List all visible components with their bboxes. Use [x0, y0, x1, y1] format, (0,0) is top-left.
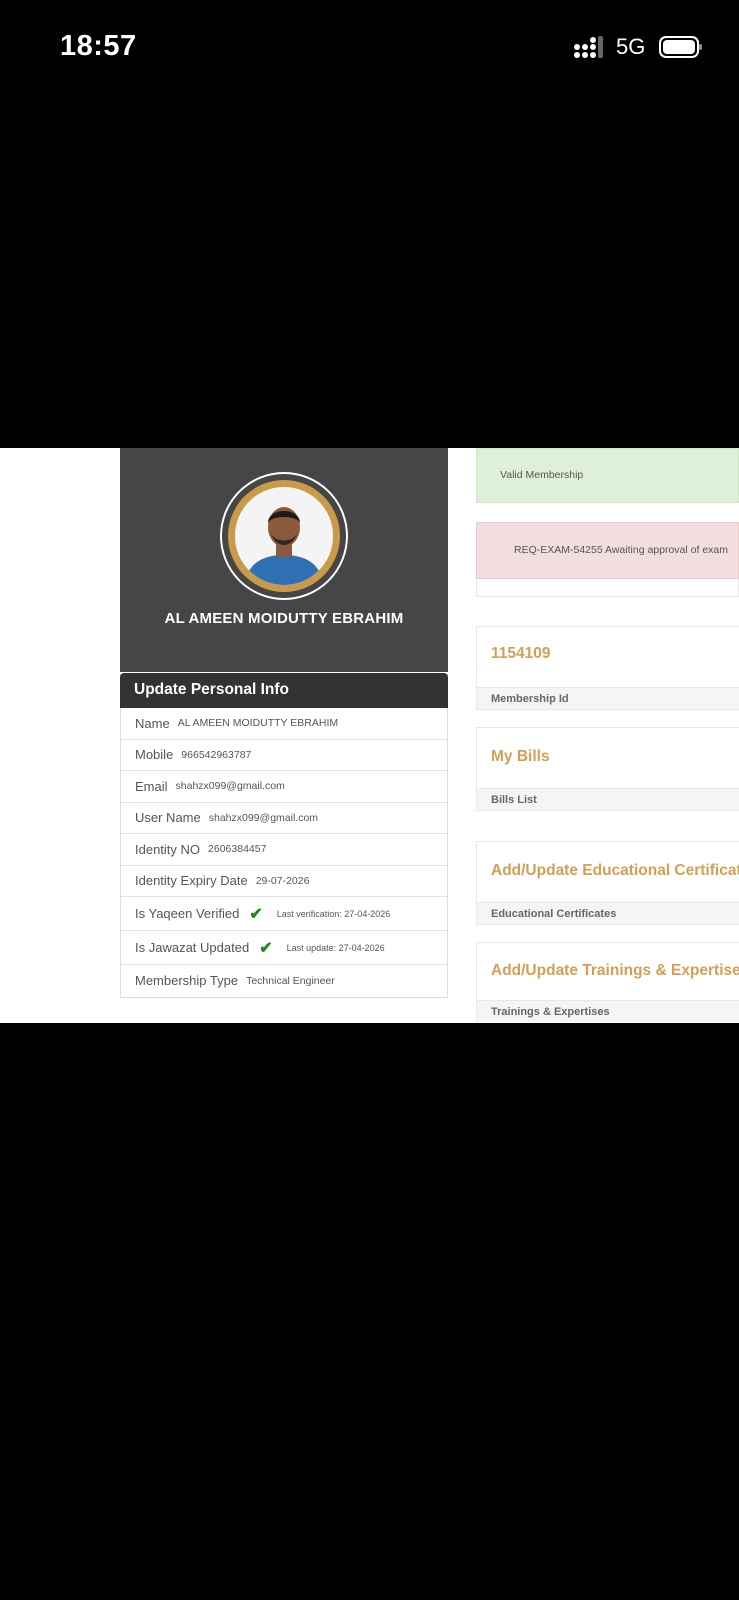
my-bills-title[interactable]: My Bills — [477, 728, 739, 766]
username-label: User Name — [135, 810, 201, 826]
yaqeen-last-verification: Last verification: 27-04-2026 — [276, 908, 391, 919]
membership-id-panel: 1154109 Membership Id — [476, 626, 739, 710]
info-row-email: Email shahzx099@gmail.com — [121, 771, 447, 803]
status-time: 18:57 — [60, 30, 137, 62]
personal-info-list: Name AL AMEEN MOIDUTTY EBRAHIM Mobile 96… — [120, 708, 448, 998]
email-value: shahzx099@gmail.com — [175, 780, 285, 793]
identity-expiry-label: Identity Expiry Date — [135, 873, 248, 889]
profile-page: AL AMEEN MOIDUTTY EBRAHIM Update Persona… — [0, 448, 739, 1023]
jawazat-label: Is Jawazat Updated — [135, 940, 250, 955]
update-personal-info-button[interactable]: Update Personal Info — [120, 673, 448, 708]
identity-no-label: Identity NO — [135, 841, 201, 857]
signal-strength-icon — [574, 36, 603, 58]
membership-id-value: 1154109 — [491, 645, 551, 662]
name-value: AL AMEEN MOIDUTTY EBRAHIM — [177, 717, 339, 730]
profile-card: AL AMEEN MOIDUTTY EBRAHIM — [120, 448, 448, 672]
membership-type-label: Membership Type — [135, 973, 239, 989]
info-row-membership-type: Membership Type Technical Engineer — [121, 965, 447, 997]
educational-certificates-title[interactable]: Add/Update Educational Certificates — [477, 842, 739, 880]
checkmark-icon: ✔ — [259, 939, 273, 957]
profile-photo — [235, 487, 333, 585]
checkmark-icon: ✔ — [249, 905, 263, 923]
exam-request-text: REQ-EXAM-54255 Awaiting approval of exam — [514, 544, 728, 556]
info-row-yaqeen: Is Yaqeen Verified ✔ Last verification: … — [121, 897, 447, 931]
my-bills-panel[interactable]: My Bills Bills List — [476, 727, 739, 811]
username-value: shahzx099@gmail.com — [208, 811, 319, 824]
mobile-label: Mobile — [135, 747, 174, 763]
battery-icon — [659, 36, 702, 58]
info-row-identity-expiry: Identity Expiry Date 29-07-2026 — [121, 866, 447, 897]
email-label: Email — [135, 778, 168, 794]
membership-status-alert: Valid Membership — [476, 448, 739, 503]
info-row-jawazat: Is Jawazat Updated ✔ Last update: 27-04-… — [121, 931, 447, 965]
avatar[interactable] — [220, 472, 348, 600]
membership-type-value: Technical Engineer — [246, 974, 335, 987]
info-row-mobile: Mobile 966542963787 — [121, 740, 447, 771]
trainings-link[interactable]: Trainings & Expertises — [477, 1000, 739, 1022]
name-label: Name — [135, 715, 170, 731]
mobile-value: 966542963787 — [181, 748, 252, 761]
exam-request-alert: REQ-EXAM-54255 Awaiting approval of exam — [476, 522, 739, 579]
info-row-username: User Name shahzx099@gmail.com — [121, 803, 447, 834]
profile-name: AL AMEEN MOIDUTTY EBRAHIM — [164, 610, 404, 627]
trainings-panel[interactable]: Add/Update Trainings & Expertises Traini… — [476, 942, 739, 1023]
educational-certificates-panel[interactable]: Add/Update Educational Certificates Educ… — [476, 841, 739, 925]
info-row-identity-no: Identity NO 2606384457 — [121, 834, 447, 866]
educational-certificates-link[interactable]: Educational Certificates — [477, 902, 739, 924]
yaqeen-label: Is Yaqeen Verified — [135, 906, 240, 921]
status-bar: 18:57 5G — [0, 0, 739, 95]
jawazat-last-update: Last update: 27-04-2026 — [286, 942, 385, 953]
alert-spacer — [476, 579, 739, 597]
trainings-title[interactable]: Add/Update Trainings & Expertises — [477, 943, 739, 980]
identity-expiry-value: 29-07-2026 — [255, 874, 310, 887]
membership-status-text: Valid Membership — [500, 469, 584, 481]
identity-no-value: 2606384457 — [208, 843, 267, 856]
membership-id-label: Membership Id — [477, 687, 739, 709]
network-type: 5G — [616, 34, 646, 59]
info-row-name: Name AL AMEEN MOIDUTTY EBRAHIM — [121, 708, 447, 740]
bills-list-link[interactable]: Bills List — [477, 788, 739, 810]
